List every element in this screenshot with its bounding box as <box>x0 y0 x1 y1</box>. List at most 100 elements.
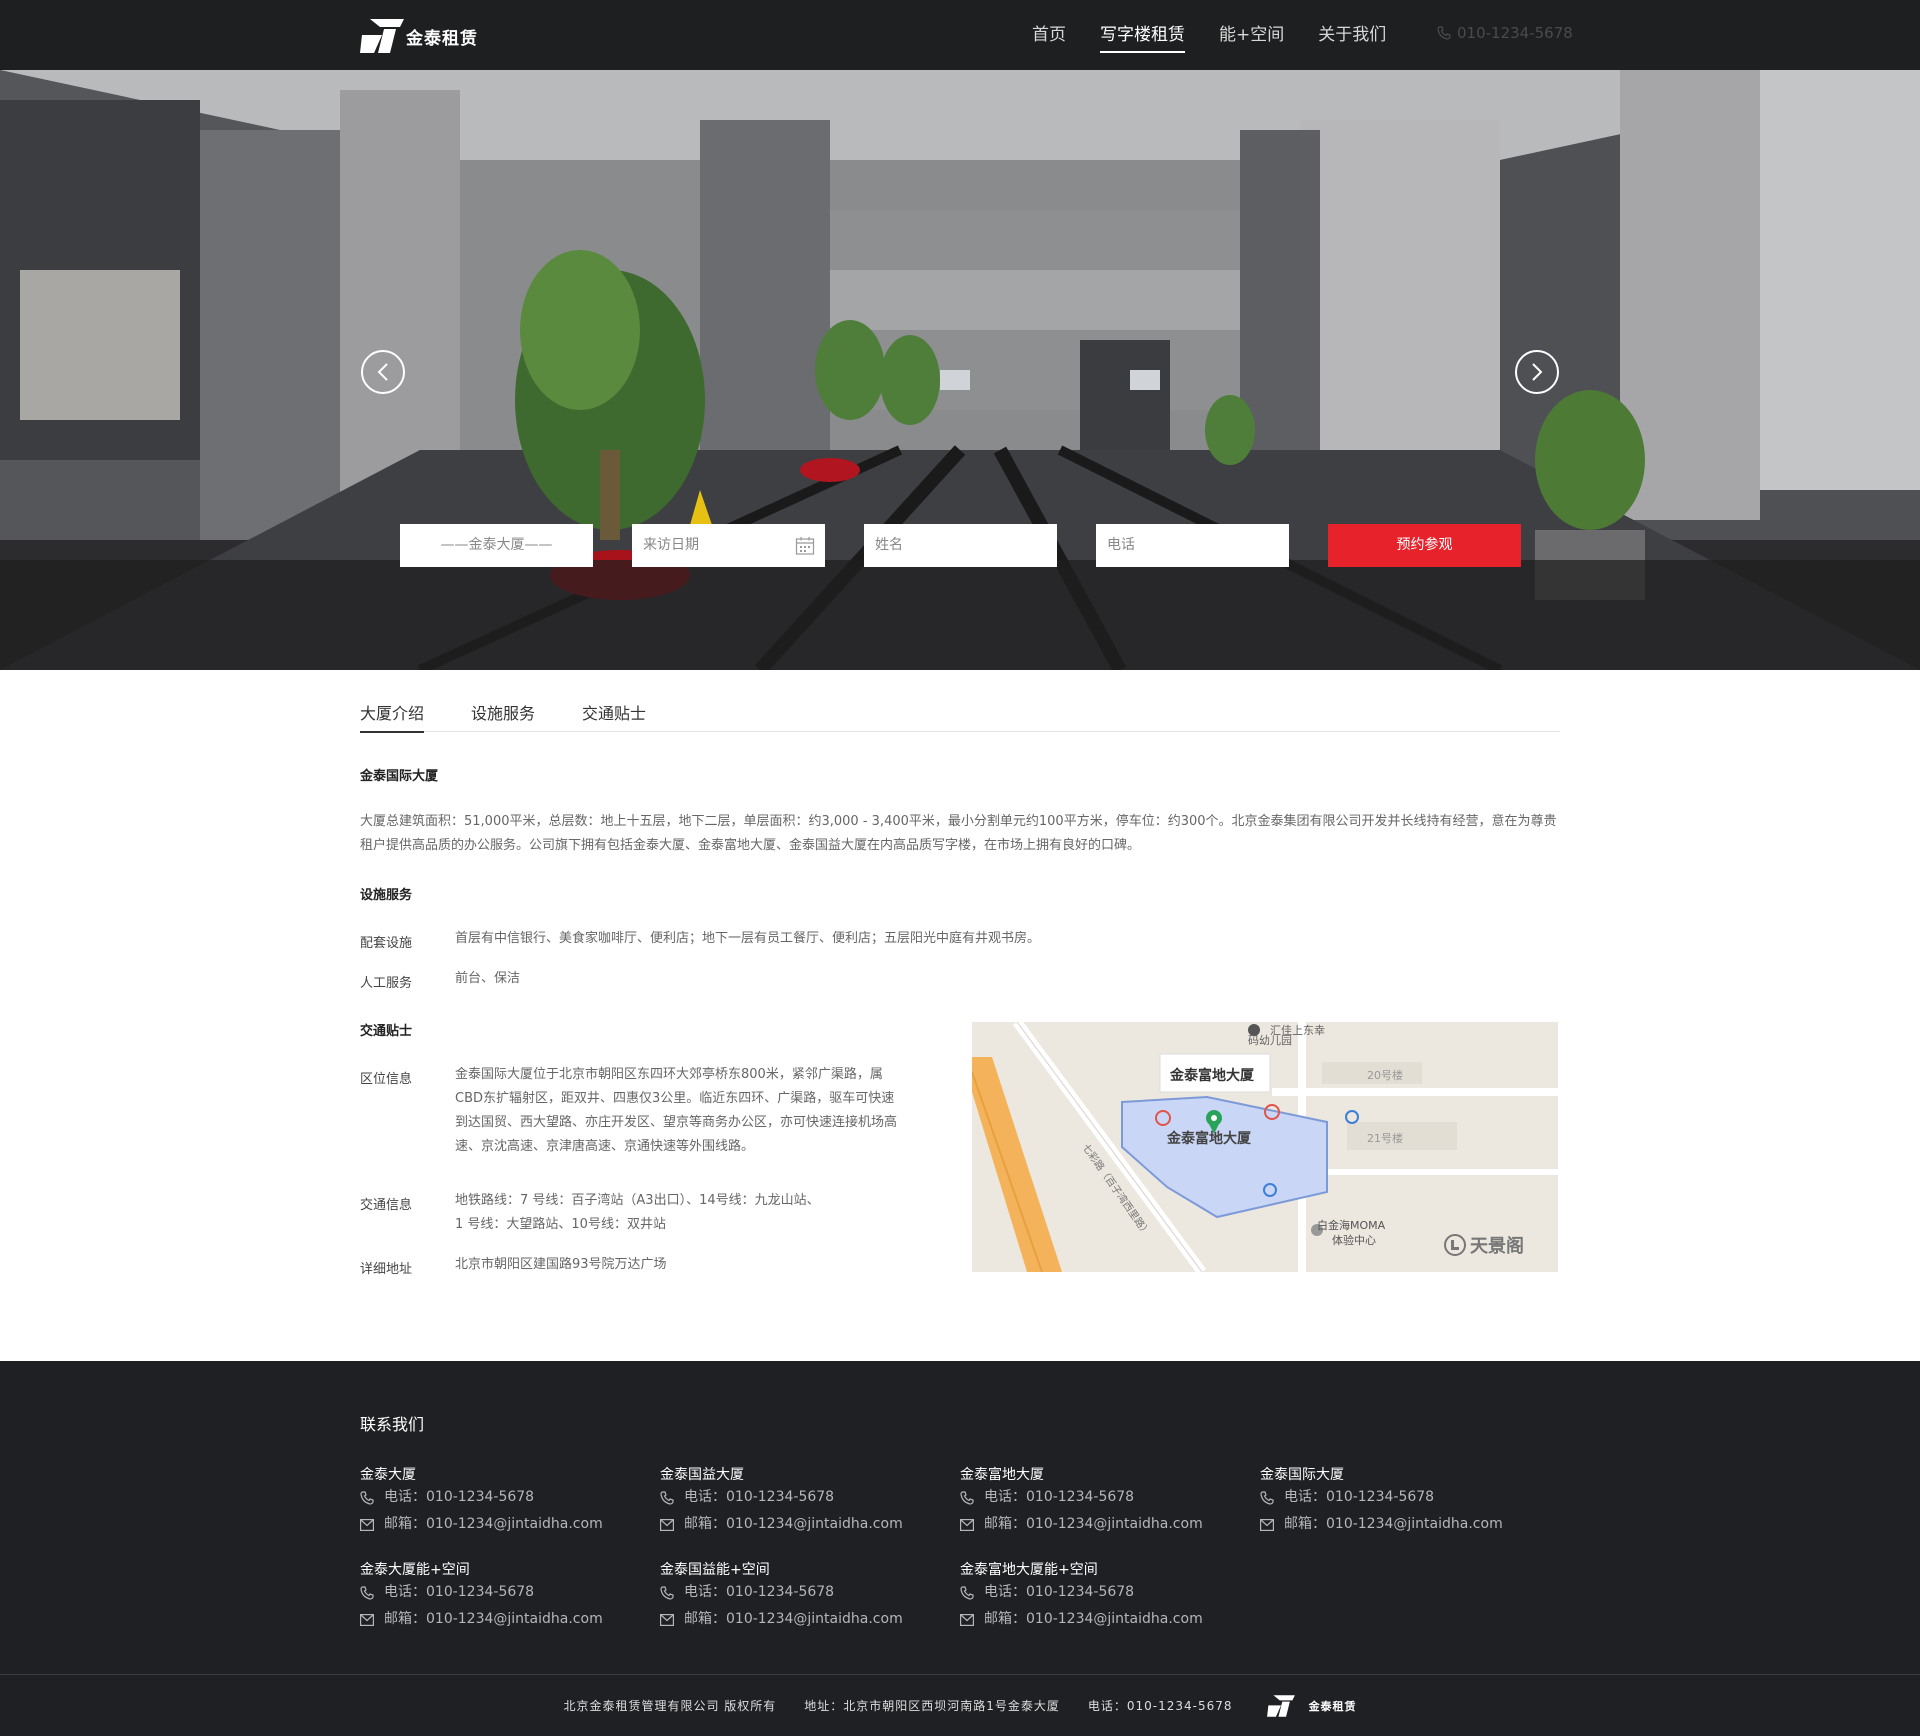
contact-email: 邮箱：010-1234@jintaidha.com <box>660 1511 960 1538</box>
contact-email-text[interactable]: 邮箱：010-1234@jintaidha.com <box>684 1511 903 1538</box>
calendar-icon <box>795 537 815 555</box>
contact-card: 金泰富地大厦能+空间 电话：010-1234-5678 邮箱：010-1234@… <box>960 1559 1260 1633</box>
contact-phone: 电话：010-1234-5678 <box>660 1484 960 1511</box>
contact-email: 邮箱：010-1234@jintaidha.com <box>660 1606 960 1633</box>
logo-mark-icon <box>360 19 404 53</box>
contact-email: 邮箱：010-1234@jintaidha.com <box>960 1606 1260 1633</box>
booking-bar <box>0 560 1920 670</box>
mail-icon <box>360 1613 374 1626</box>
contact-phone-text: 电话：010-1234-5678 <box>984 1489 1135 1505</box>
map-brand: 天景阁 <box>1444 1232 1524 1258</box>
tab-traffic[interactable]: 交通贴士 <box>582 700 646 732</box>
contact-card: 金泰国际大厦 电话：010-1234-5678 邮箱：010-1234@jint… <box>1260 1464 1560 1538</box>
contact-name: 金泰大厦能+空间 <box>360 1562 470 1578</box>
contact-card: 金泰富地大厦 电话：010-1234-5678 邮箱：010-1234@jint… <box>960 1464 1260 1538</box>
contact-phone: 电话：010-1234-5678 <box>1260 1484 1560 1511</box>
header-phone: 010-1234-5678 <box>1437 24 1573 42</box>
contact-phone-text: 电话：010-1234-5678 <box>684 1489 835 1505</box>
location-line: CBD东扩辐射区，距双井、四惠仅3公里。临近东四环、广渠路，驱车可快速 <box>455 1091 895 1106</box>
building-select[interactable]: ——金泰大厦—— <box>400 524 593 567</box>
contact-phone-text: 电话：010-1234-5678 <box>684 1584 835 1600</box>
nav-office-rental[interactable]: 写字楼租赁 <box>1100 0 1185 70</box>
contact-name: 金泰富地大厦 <box>960 1467 1044 1483</box>
mail-icon <box>960 1518 974 1531</box>
footer-address: 地址：北京市朝阳区西坝河南路1号金泰大厦 <box>804 1699 1060 1713</box>
prev-slide-button[interactable] <box>361 350 405 394</box>
contact-card: 金泰大厦能+空间 电话：010-1234-5678 邮箱：010-1234@ji… <box>360 1559 660 1633</box>
contact-email-text[interactable]: 邮箱：010-1234@jintaidha.com <box>984 1606 1203 1633</box>
map-label-b21: 21号楼 <box>1367 1132 1403 1145</box>
map-label-b20: 20号楼 <box>1367 1069 1403 1082</box>
chevron-left-icon <box>377 363 388 381</box>
detail-tabs: 大厦介绍 设施服务 交通贴士 <box>360 700 1560 733</box>
phone-icon <box>660 1585 674 1600</box>
visit-date-placeholder: 来访日期 <box>643 537 699 553</box>
logo-text: 金泰租赁 <box>406 28 478 49</box>
nav-energy-space[interactable]: 能+空间 <box>1219 0 1284 70</box>
phone-input[interactable]: 电话 <box>1096 524 1289 567</box>
service-label: 人工服务 <box>360 976 413 991</box>
contact-email: 邮箱：010-1234@jintaidha.com <box>360 1606 660 1633</box>
contact-email-text[interactable]: 邮箱：010-1234@jintaidha.com <box>384 1511 603 1538</box>
map-building-label: 金泰富地大厦 <box>1167 1131 1251 1147</box>
contact-phone: 电话：010-1234-5678 <box>360 1579 660 1606</box>
mail-icon <box>960 1613 974 1626</box>
contact-email: 邮箱：010-1234@jintaidha.com <box>360 1511 660 1538</box>
brand-logo-icon <box>1444 1234 1466 1256</box>
contact-email: 邮箱：010-1234@jintaidha.com <box>960 1511 1260 1538</box>
site-logo[interactable]: 金泰租赁 <box>360 16 478 56</box>
main-nav: 首页 写字楼租赁 能+空间 关于我们 <box>1032 0 1420 70</box>
intro-title: 金泰国际大厦 <box>360 769 439 784</box>
contact-email-text[interactable]: 邮箱：010-1234@jintaidha.com <box>384 1606 603 1633</box>
contact-email: 邮箱：010-1234@jintaidha.com <box>1260 1511 1560 1538</box>
location-text: 金泰国际大厦位于北京市朝阳区东四环大郊亭桥东800米，紧邻广渠路，属 CBD东扩… <box>455 1063 955 1159</box>
transit-line: 1 号线：大望路站、10号线：双井站 <box>455 1217 666 1232</box>
map-label-moma-center: 体验中心 <box>1332 1234 1376 1247</box>
contact-name: 金泰国际大厦 <box>1260 1467 1344 1483</box>
book-visit-button[interactable]: 预约参观 <box>1328 524 1521 567</box>
map-callout: 金泰富地大厦 <box>1170 1068 1254 1084</box>
footer-title: 联系我们 <box>360 1415 425 1434</box>
location-map[interactable]: 金泰富地大厦 金泰富地大厦 汇佳上东幸 码幼儿园 20号楼 21号楼 白金海MO… <box>972 1022 1558 1272</box>
tab-building-intro[interactable]: 大厦介绍 <box>360 700 425 733</box>
footer-bottom-bar: 北京金泰租赁管理有限公司 版权所有 地址：北京市朝阳区西坝河南路1号金泰大厦 电… <box>0 1675 1920 1736</box>
contact-name: 金泰大厦 <box>360 1467 416 1483</box>
location-label: 区位信息 <box>360 1072 413 1087</box>
traffic-title: 交通贴士 <box>360 1024 413 1039</box>
facility-value: 首层有中信银行、美食家咖啡厅、便利店；地下一层有员工餐厅、便利店；五层阳光中庭有… <box>455 931 1041 946</box>
nav-about[interactable]: 关于我们 <box>1318 0 1386 70</box>
contact-phone-text: 电话：010-1234-5678 <box>384 1489 535 1505</box>
visit-date-input[interactable]: 来访日期 <box>632 524 825 567</box>
chevron-right-icon <box>1532 363 1543 381</box>
transit-label: 交通信息 <box>360 1198 413 1213</box>
contact-phone-text: 电话：010-1234-5678 <box>384 1584 535 1600</box>
contact-card: 金泰国益能+空间 电话：010-1234-5678 邮箱：010-1234@ji… <box>660 1559 960 1633</box>
contact-card: 金泰国益大厦 电话：010-1234-5678 邮箱：010-1234@jint… <box>660 1464 960 1538</box>
footer-logo-text: 金泰租赁 <box>1308 1699 1357 1713</box>
intro-text: 大厦总建筑面积：51,000平米，总层数：地上十五层，地下二层，单层面积：约3,… <box>360 814 1557 853</box>
header-phone-number: 010-1234-5678 <box>1457 24 1573 42</box>
name-input[interactable]: 姓名 <box>864 524 1057 567</box>
footer-logo[interactable]: 金泰租赁 <box>1266 1694 1371 1718</box>
mail-icon <box>360 1518 374 1531</box>
contact-phone-text: 电话：010-1234-5678 <box>1284 1489 1435 1505</box>
facility-label: 配套设施 <box>360 936 413 951</box>
phone-icon <box>360 1490 374 1505</box>
location-line: 到达国贸、西大望路、亦庄开发区、望京等商务办公区，亦可快速连接机场高 <box>455 1115 898 1130</box>
next-slide-button[interactable] <box>1515 350 1559 394</box>
site-header: 金泰租赁 首页 写字楼租赁 能+空间 关于我们 010-1234-5678 <box>0 0 1920 70</box>
mail-icon <box>660 1613 674 1626</box>
mail-icon <box>1260 1518 1274 1531</box>
phone-icon <box>1260 1490 1274 1505</box>
contact-email-text[interactable]: 邮箱：010-1234@jintaidha.com <box>1284 1511 1503 1538</box>
tab-facilities[interactable]: 设施服务 <box>471 700 535 732</box>
phone-icon <box>360 1585 374 1600</box>
location-line: 金泰国际大厦位于北京市朝阳区东四环大郊亭桥东800米，紧邻广渠路，属 <box>455 1067 883 1082</box>
contact-name: 金泰富地大厦能+空间 <box>960 1562 1098 1578</box>
contact-email-text[interactable]: 邮箱：010-1234@jintaidha.com <box>984 1511 1203 1538</box>
phone-icon <box>960 1585 974 1600</box>
transit-text: 地铁路线：7 号线：百子湾站（A3出口）、14号线：九龙山站、 1 号线：大望路… <box>455 1189 955 1237</box>
contact-email-text[interactable]: 邮箱：010-1234@jintaidha.com <box>684 1606 903 1633</box>
phone-icon <box>660 1490 674 1505</box>
nav-home[interactable]: 首页 <box>1032 0 1066 70</box>
